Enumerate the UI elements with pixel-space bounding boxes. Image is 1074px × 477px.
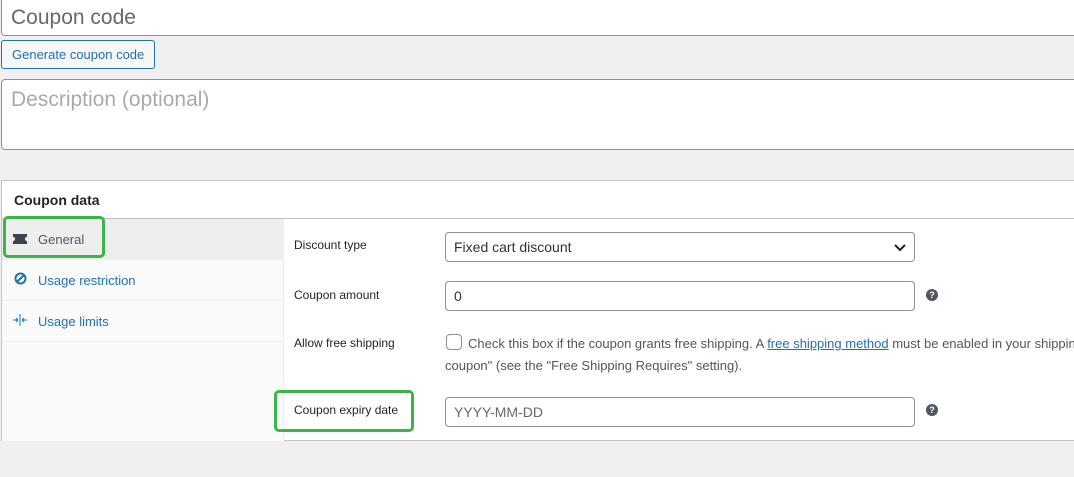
free-shipping-label: Allow free shipping <box>294 336 395 350</box>
expiry-date-label: Coupon expiry date <box>294 403 399 417</box>
coupon-code-input[interactable]: Coupon code <box>1 0 1074 36</box>
chevron-down-icon <box>894 233 906 261</box>
free-shipping-description: Check this box if the coupon grants free… <box>445 333 1074 377</box>
generate-coupon-code-button[interactable]: Generate coupon code <box>1 40 156 69</box>
desc-text: coupon" (see the "Free Shipping Requires… <box>445 358 743 373</box>
tab-usage-restriction[interactable]: Usage restriction <box>2 260 283 301</box>
panel-title: Coupon data <box>2 181 1074 219</box>
highlight-box <box>3 216 105 258</box>
tab-usage-limits[interactable]: Usage limits <box>2 301 283 342</box>
discount-type-select[interactable]: Fixed cart discount <box>445 232 915 262</box>
desc-text: Check this box if the coupon grants free… <box>468 336 768 351</box>
tab-label: Usage restriction <box>38 272 136 288</box>
tab-label: Usage limits <box>38 313 109 329</box>
prohibited-icon <box>12 272 28 288</box>
help-icon[interactable]: ? <box>926 404 938 416</box>
coupon-amount-input[interactable]: 0 <box>445 281 915 311</box>
expiry-date-input[interactable]: YYYY-MM-DD <box>445 397 915 427</box>
arrows-in-icon <box>12 313 28 329</box>
desc-text: must be enabled in your shipping zone an… <box>892 336 1074 351</box>
coupon-amount-label: Coupon amount <box>294 288 380 302</box>
discount-type-value: Fixed cart discount <box>454 239 572 255</box>
free-shipping-method-link[interactable]: free shipping method <box>767 336 888 351</box>
help-icon[interactable]: ? <box>926 289 938 301</box>
discount-type-label: Discount type <box>294 238 367 252</box>
description-input[interactable]: Description (optional) <box>1 79 1074 150</box>
